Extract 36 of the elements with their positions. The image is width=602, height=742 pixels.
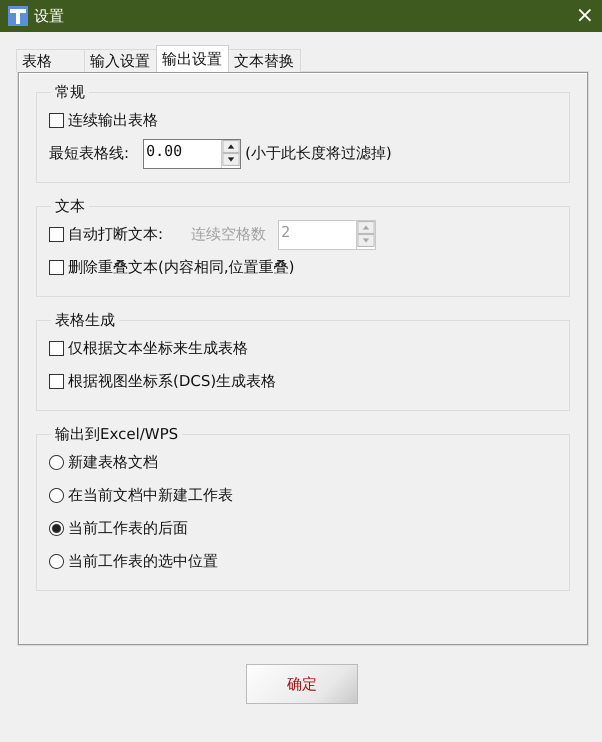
- spin-down-button[interactable]: [222, 152, 240, 166]
- group-title: 常规: [54, 83, 86, 102]
- radio-option[interactable]: 当前工作表的后面: [49, 519, 188, 538]
- spin-field[interactable]: 0.00: [143, 138, 242, 168]
- checkbox-option[interactable]: 自动打断文本:: [49, 225, 164, 244]
- checkbox[interactable]: [49, 260, 64, 275]
- tab[interactable]: 文本替换: [228, 49, 301, 72]
- group-title: 表格生成: [54, 311, 116, 330]
- group-title: 输出到Excel/WPS: [54, 425, 180, 444]
- field-label: 最短表格线:: [49, 144, 130, 163]
- checkbox[interactable]: [49, 374, 64, 389]
- radio-button[interactable]: [49, 455, 64, 470]
- radio-option[interactable]: 当前工作表的选中位置: [49, 552, 218, 571]
- tab[interactable]: 输出设置: [156, 45, 229, 72]
- hint-text: (小于此长度将过滤掉): [245, 144, 392, 163]
- spin-up-button[interactable]: [222, 140, 240, 152]
- group-title: 文本: [54, 197, 86, 216]
- field-label: 连续空格数: [191, 225, 266, 244]
- tab[interactable]: 表格: [16, 49, 85, 72]
- checkbox[interactable]: [49, 113, 64, 128]
- checkbox[interactable]: [49, 227, 64, 242]
- tab[interactable]: 输入设置: [84, 49, 157, 72]
- ok-button[interactable]: 确定: [246, 664, 358, 704]
- radio-button[interactable]: [49, 521, 64, 536]
- radio-button[interactable]: [49, 488, 64, 503]
- checkbox-option[interactable]: 根据视图坐标系(DCS)生成表格: [49, 372, 276, 391]
- checkbox-option[interactable]: 连续输出表格: [49, 111, 158, 130]
- checkbox-option[interactable]: 删除重叠文本(内容相同,位置重叠): [49, 258, 294, 277]
- radio-option[interactable]: 在当前文档中新建工作表: [49, 486, 233, 505]
- checkbox-option[interactable]: 仅根据文本坐标来生成表格: [49, 339, 248, 358]
- window-title: 设置: [34, 6, 65, 26]
- checkbox[interactable]: [49, 341, 64, 356]
- radio-button[interactable]: [49, 554, 64, 569]
- app-icon: [8, 6, 28, 26]
- close-button[interactable]: ×: [576, 5, 594, 27]
- radio-option[interactable]: 新建表格文档: [49, 453, 158, 472]
